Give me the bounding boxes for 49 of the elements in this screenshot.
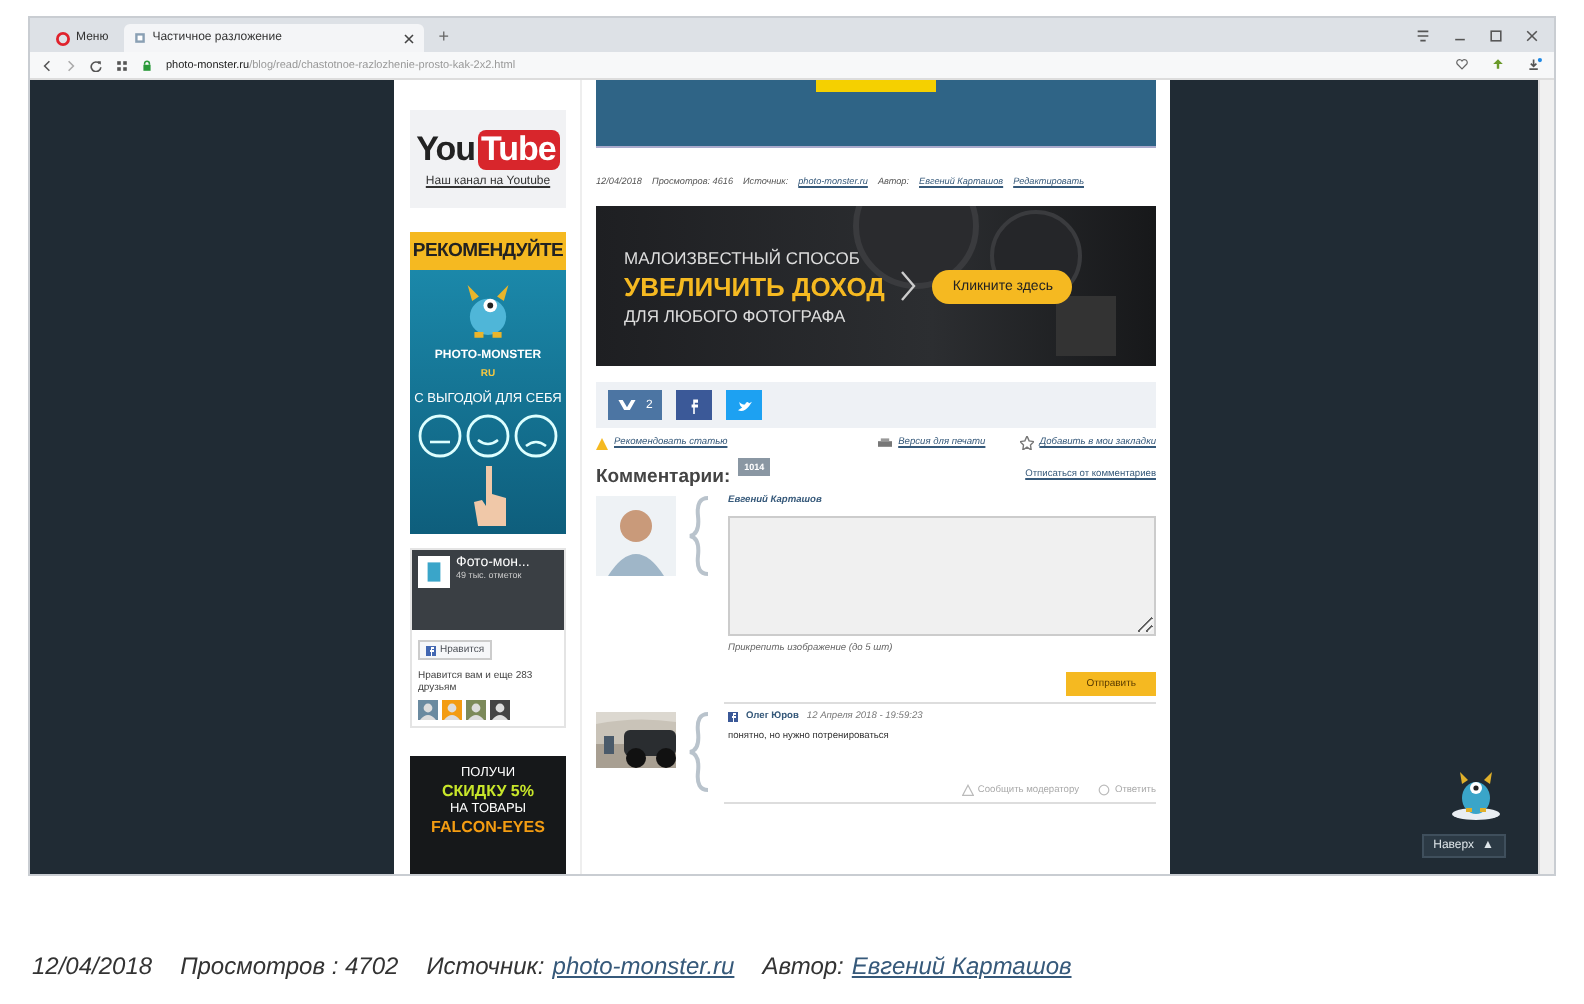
- friend-avatar: [466, 700, 486, 721]
- opera-logo-icon: [56, 31, 70, 45]
- facebook-icon: [690, 397, 699, 413]
- date: 12/04/2018: [32, 952, 153, 980]
- heart-icon[interactable]: [1456, 58, 1468, 70]
- warning-icon: [596, 437, 608, 449]
- view-count: Просмотров : 4702: [180, 952, 399, 980]
- author-link[interactable]: Евгений Карташов: [851, 952, 1072, 980]
- page-logo-icon: [418, 556, 450, 589]
- twitter-share-button[interactable]: [726, 390, 763, 420]
- page-favicon-icon: [134, 32, 147, 44]
- star-icon: [1019, 436, 1034, 450]
- close-icon[interactable]: [1526, 29, 1538, 41]
- close-tab-icon[interactable]: [404, 33, 415, 43]
- maximize-icon[interactable]: [1490, 29, 1502, 41]
- comment-field[interactable]: [728, 516, 1156, 636]
- author-label: Автор:: [762, 952, 844, 980]
- banner-text: ДЛЯ ЛЮБОГО ФОТОГРАФА: [624, 305, 848, 325]
- speech-bubble-icon: [1098, 784, 1111, 796]
- rating-faces-drawing: [416, 412, 560, 461]
- brace-icon: [688, 496, 712, 576]
- banner-headline: УВЕЛИЧИТЬ ДОХОД: [624, 271, 885, 301]
- download-icon[interactable]: [1528, 58, 1542, 72]
- lock-icon: [142, 59, 152, 71]
- user-avatar: [596, 496, 676, 576]
- new-tab-button[interactable]: +: [430, 25, 457, 45]
- facebook-icon: [728, 712, 738, 722]
- source-label: Источник:: [426, 952, 545, 980]
- chevron-icon: [900, 270, 917, 302]
- friend-avatar: [490, 700, 510, 721]
- comments-heading: Комментарии:: [596, 466, 731, 488]
- brace-icon: [688, 712, 712, 792]
- printer-icon: [878, 437, 893, 449]
- bird-icon: [737, 399, 752, 411]
- facebook-share-button[interactable]: [676, 390, 713, 420]
- speed-dial-icon[interactable]: [116, 59, 128, 71]
- source-link[interactable]: photo-monster.ru: [552, 952, 735, 980]
- friend-avatar: [442, 700, 462, 721]
- tab-list-icon[interactable]: [1416, 29, 1430, 41]
- promo-header: РЕКОМЕНДУЙТЕ: [410, 232, 566, 271]
- ad-text: FALCON-EYES: [431, 818, 545, 837]
- friend-avatar: [418, 700, 438, 721]
- banner-text: МАЛОИЗВЕСТНЫЙ СПОСОБ: [624, 247, 862, 267]
- warning-icon: [961, 784, 974, 796]
- reload-icon[interactable]: [90, 59, 102, 71]
- back-icon[interactable]: [42, 59, 52, 71]
- facebook-icon: [426, 645, 436, 656]
- vk-icon: [618, 400, 636, 410]
- ad-text: СКИДКУ 5%: [442, 782, 534, 801]
